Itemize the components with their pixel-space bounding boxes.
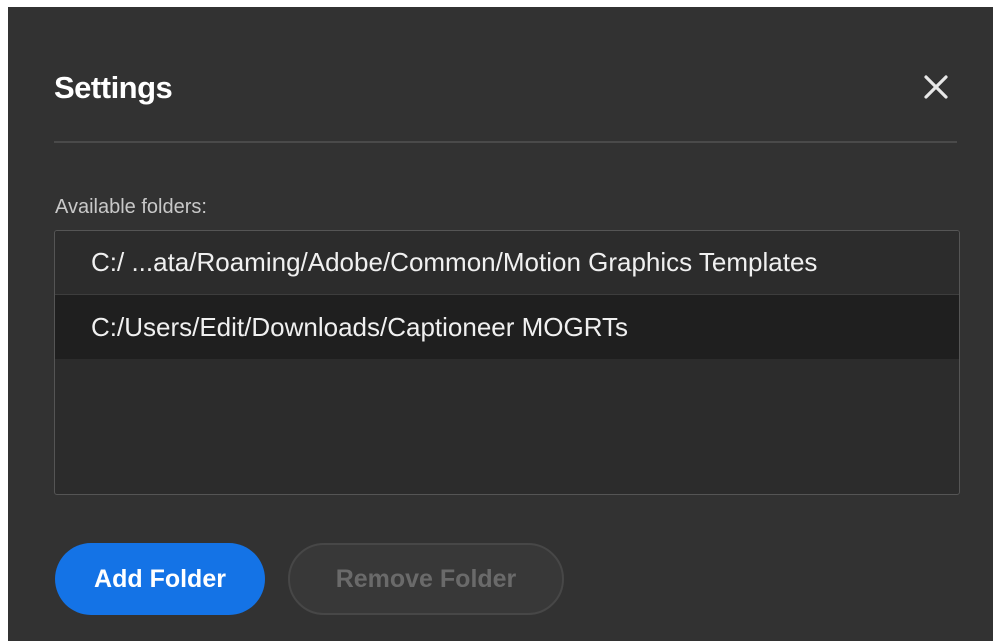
remove-folder-button[interactable]: Remove Folder [288, 543, 564, 615]
folders-list[interactable]: C:/ ...ata/Roaming/Adobe/Common/Motion G… [54, 230, 960, 495]
close-icon [924, 75, 948, 99]
header-divider [54, 141, 957, 143]
settings-dialog: Settings Available folders: C:/ ...ata/R… [8, 7, 993, 641]
dialog-title: Settings [54, 70, 173, 105]
folder-list-item[interactable]: C:/ ...ata/Roaming/Adobe/Common/Motion G… [55, 231, 959, 295]
close-button[interactable] [914, 65, 958, 109]
folder-list-item-selected[interactable]: C:/Users/Edit/Downloads/Captioneer MOGRT… [55, 295, 959, 359]
available-folders-label: Available folders: [55, 196, 207, 218]
add-folder-button[interactable]: Add Folder [55, 543, 265, 615]
